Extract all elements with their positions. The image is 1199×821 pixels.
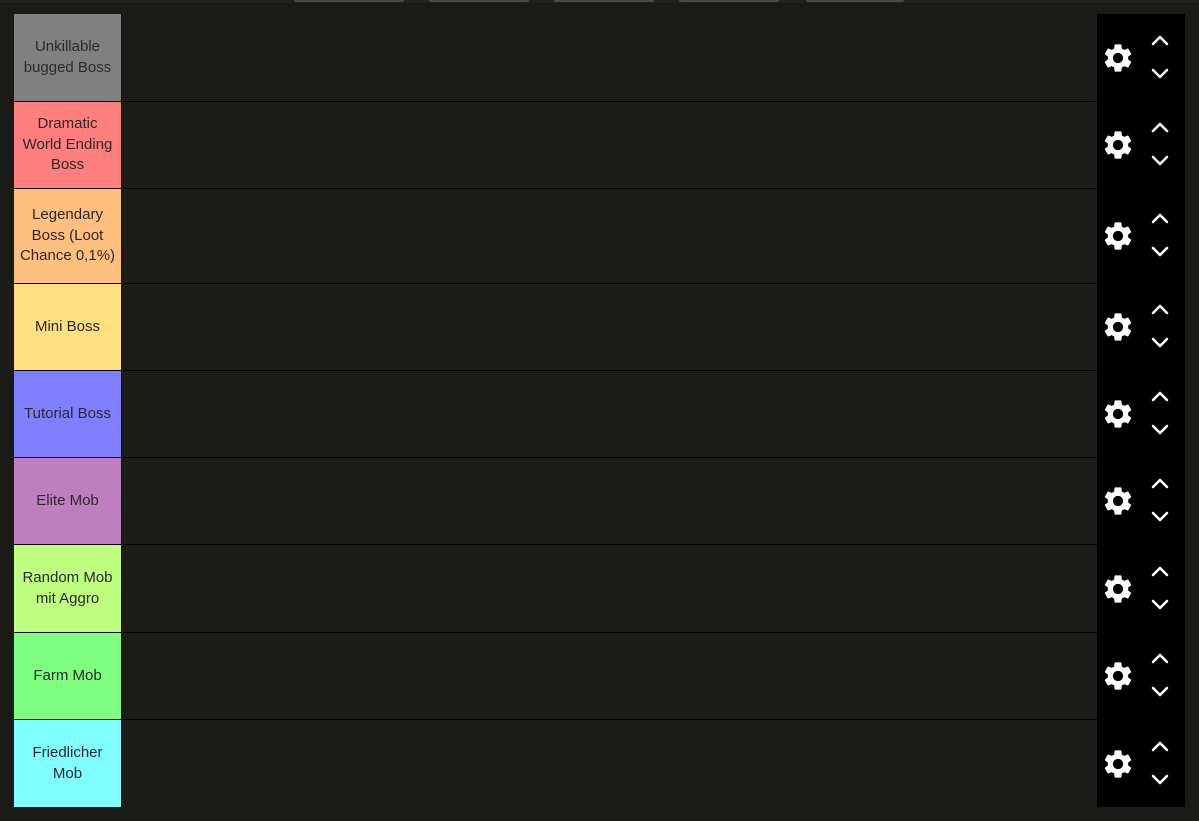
tier-items-dropzone[interactable] [122,633,1097,719]
chevron-up-icon[interactable] [1150,211,1170,225]
chevron-down-icon[interactable] [1150,510,1170,524]
tier-controls [1097,371,1185,457]
chevron-down-icon[interactable] [1150,336,1170,350]
tier-label[interactable]: Random Mob mit Aggro [14,545,122,632]
tier-row: Friedlicher Mob [14,720,1185,807]
chevron-up-icon[interactable] [1150,120,1170,134]
chevron-down-icon[interactable] [1150,773,1170,787]
tier-list-board: Unkillable bugged Boss Dramatic World En… [14,14,1185,807]
tier-label[interactable]: Mini Boss [14,284,122,370]
tier-row: Dramatic World Ending Boss [14,102,1185,188]
tier-row: Farm Mob [14,633,1185,719]
tier-label[interactable]: Unkillable bugged Boss [14,14,122,101]
tier-controls [1097,633,1185,719]
tier-items-dropzone[interactable] [122,371,1097,457]
tier-controls [1097,284,1185,370]
tier-label[interactable]: Friedlicher Mob [14,720,122,807]
tier-controls [1097,102,1185,188]
tier-label[interactable]: Dramatic World Ending Boss [14,102,122,188]
chevron-down-icon[interactable] [1150,67,1170,81]
chevron-up-icon[interactable] [1150,651,1170,665]
gear-icon[interactable] [1101,747,1135,781]
gear-icon[interactable] [1101,572,1135,606]
tier-controls [1097,545,1185,632]
tier-label[interactable]: Legendary Boss (Loot Chance 0,1%) [14,189,122,283]
gear-icon[interactable] [1101,219,1135,253]
tier-items-dropzone[interactable] [122,102,1097,188]
gear-icon[interactable] [1101,41,1135,75]
tier-items-dropzone[interactable] [122,720,1097,807]
tier-label[interactable]: Elite Mob [14,458,122,544]
toolbar-tab-4[interactable] [679,0,779,2]
gear-icon[interactable] [1101,659,1135,693]
tier-controls [1097,458,1185,544]
tier-label[interactable]: Tutorial Boss [14,371,122,457]
chevron-down-icon[interactable] [1150,598,1170,612]
tier-items-dropzone[interactable] [122,14,1097,101]
tier-controls [1097,14,1185,101]
tier-row: Random Mob mit Aggro [14,545,1185,632]
tier-items-dropzone[interactable] [122,545,1097,632]
chevron-down-icon[interactable] [1150,154,1170,168]
tier-items-dropzone[interactable] [122,189,1097,283]
tier-row: Tutorial Boss [14,371,1185,457]
tier-controls [1097,720,1185,807]
toolbar-tab-1[interactable] [294,0,404,2]
top-toolbar-strip [0,0,1199,3]
tier-row: Elite Mob [14,458,1185,544]
chevron-up-icon[interactable] [1150,302,1170,316]
chevron-down-icon[interactable] [1150,423,1170,437]
chevron-up-icon[interactable] [1150,476,1170,490]
tier-label[interactable]: Farm Mob [14,633,122,719]
tier-row: Unkillable bugged Boss [14,14,1185,101]
tier-row: Legendary Boss (Loot Chance 0,1%) [14,189,1185,283]
chevron-down-icon[interactable] [1150,685,1170,699]
chevron-down-icon[interactable] [1150,245,1170,259]
chevron-up-icon[interactable] [1150,389,1170,403]
gear-icon[interactable] [1101,310,1135,344]
tier-items-dropzone[interactable] [122,458,1097,544]
chevron-up-icon[interactable] [1150,33,1170,47]
toolbar-tab-2[interactable] [429,0,529,2]
tier-row: Mini Boss [14,284,1185,370]
gear-icon[interactable] [1101,484,1135,518]
tier-controls [1097,189,1185,283]
chevron-up-icon[interactable] [1150,564,1170,578]
toolbar-tab-3[interactable] [554,0,654,2]
chevron-up-icon[interactable] [1150,739,1170,753]
gear-icon[interactable] [1101,128,1135,162]
toolbar-tab-5[interactable] [806,0,904,2]
gear-icon[interactable] [1101,397,1135,431]
tier-items-dropzone[interactable] [122,284,1097,370]
